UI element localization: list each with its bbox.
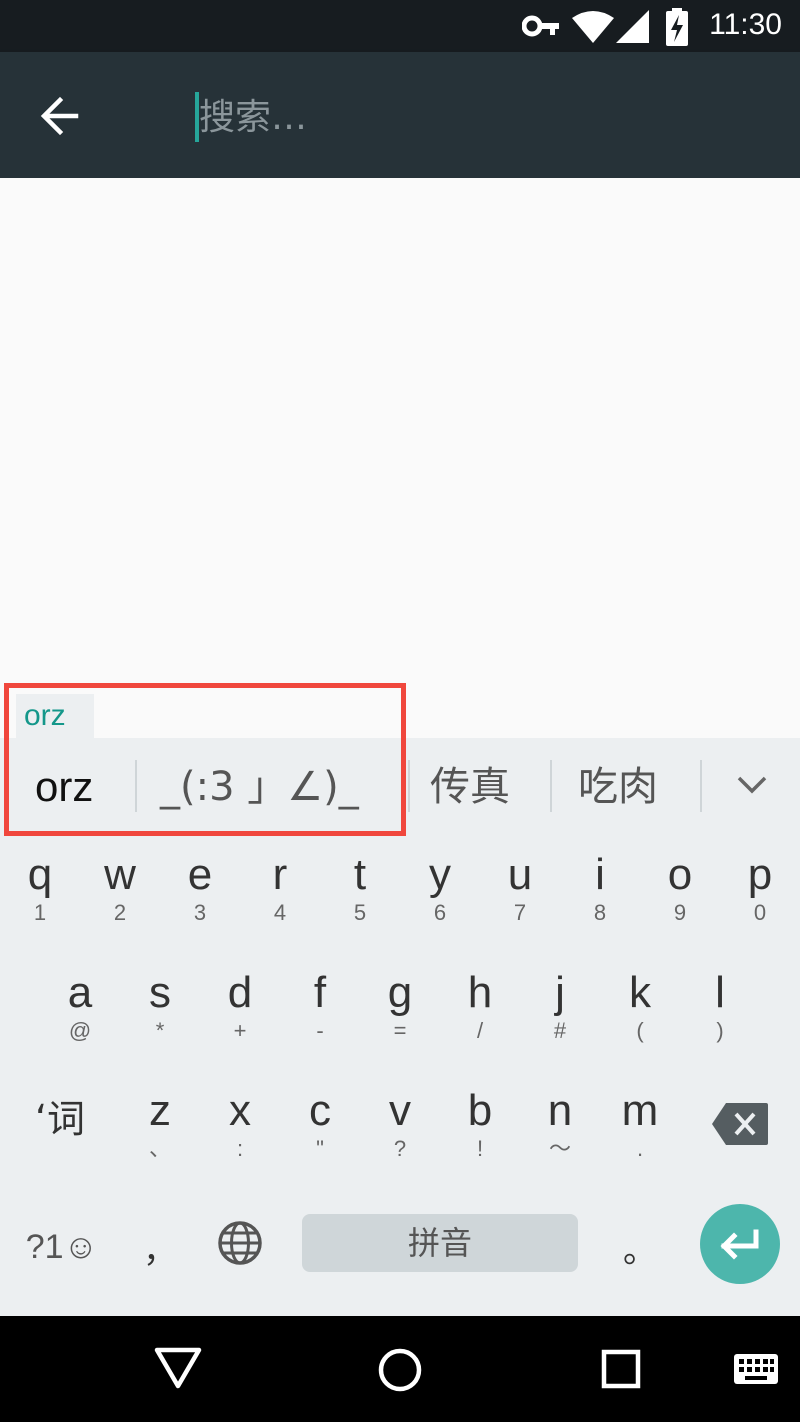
key-f[interactable]: f- <box>280 954 360 1072</box>
key-n[interactable]: n ～ <box>520 1072 600 1190</box>
candidate-item[interactable]: 传真 <box>430 738 510 836</box>
key-r[interactable]: r4 <box>240 836 320 954</box>
candidate-divider <box>700 760 702 812</box>
status-time: 11:30 <box>709 8 782 41</box>
search-results-area <box>0 178 800 678</box>
back-button[interactable] <box>30 88 94 144</box>
space-key[interactable]: 拼音 <box>302 1214 578 1272</box>
key-z[interactable]: z、 <box>120 1072 200 1190</box>
candidate-item[interactable]: 吃肉 <box>578 738 658 836</box>
language-switch-key[interactable] <box>200 1190 280 1308</box>
key-m[interactable]: m. <box>600 1072 680 1190</box>
key-i[interactable]: i8 <box>560 836 640 954</box>
keyboard: q1 w2 e3 r4 t5 y6 u7 i8 o9 p0 a @ s * d + f… <box>0 836 800 1316</box>
ime-composing-text: orz <box>16 694 94 738</box>
key-t[interactable]: t5 <box>320 836 400 954</box>
key-y[interactable]: y6 <box>400 836 480 954</box>
key-v[interactable]: v? <box>360 1072 440 1190</box>
candidate-divider <box>550 760 552 812</box>
key-p[interactable]: p0 <box>720 836 800 954</box>
key-u[interactable]: u7 <box>480 836 560 954</box>
backspace-button[interactable] <box>700 1072 780 1190</box>
status-bar: 11:30 <box>0 0 800 52</box>
key-k[interactable]: k( <box>600 954 680 1072</box>
cell-signal-icon <box>616 10 649 43</box>
recents-square-icon[interactable] <box>598 1346 646 1394</box>
candidate-divider <box>135 760 137 812</box>
back-triangle-icon[interactable] <box>152 1344 204 1392</box>
symbols-key[interactable]: ?1☺ <box>20 1190 104 1308</box>
search-field[interactable] <box>195 88 755 146</box>
key-c[interactable]: c " <box>280 1072 360 1190</box>
key-d[interactable]: d + <box>200 954 280 1072</box>
key-e[interactable]: e3 <box>160 836 240 954</box>
key-q[interactable]: q1 <box>0 836 80 954</box>
comma-key[interactable]: ， <box>120 1190 200 1308</box>
key-l[interactable]: l) <box>680 954 760 1072</box>
vpn-key-icon <box>522 15 559 37</box>
battery-charging-icon <box>666 8 688 46</box>
candidate-item[interactable]: _(:3 」∠)_ <box>160 738 359 836</box>
key-j[interactable]: j # <box>520 954 600 1072</box>
keyboard-switch-icon[interactable] <box>732 1352 780 1388</box>
period-key[interactable]: 。 <box>600 1190 680 1308</box>
search-input[interactable] <box>197 88 741 146</box>
backspace-icon <box>712 1103 768 1145</box>
candidate-divider <box>408 760 410 812</box>
key-word-separator[interactable]: ‘词 <box>20 1072 100 1190</box>
wifi-icon <box>572 11 614 43</box>
arrow-left-icon <box>40 96 79 136</box>
chevron-down-icon <box>737 776 767 794</box>
enter-icon <box>720 1229 759 1260</box>
key-h[interactable]: h / <box>440 954 520 1072</box>
key-b[interactable]: b! <box>440 1072 520 1190</box>
key-g[interactable]: g = <box>360 954 440 1072</box>
expand-candidates-button[interactable] <box>722 738 782 836</box>
home-circle-icon[interactable] <box>374 1344 426 1396</box>
globe-icon <box>218 1221 262 1265</box>
key-w[interactable]: w2 <box>80 836 160 954</box>
navigation-bar <box>0 1316 800 1422</box>
key-o[interactable]: o9 <box>640 836 720 954</box>
key-a[interactable]: a @ <box>40 954 120 1072</box>
search-app-bar <box>0 52 800 178</box>
key-x[interactable]: x: <box>200 1072 280 1190</box>
enter-button[interactable] <box>700 1204 780 1284</box>
candidate-item[interactable]: orz <box>35 738 93 836</box>
ime-candidate-bar: orz _(:3 」∠)_ 传真 吃肉 <box>0 738 800 836</box>
key-s[interactable]: s * <box>120 954 200 1072</box>
